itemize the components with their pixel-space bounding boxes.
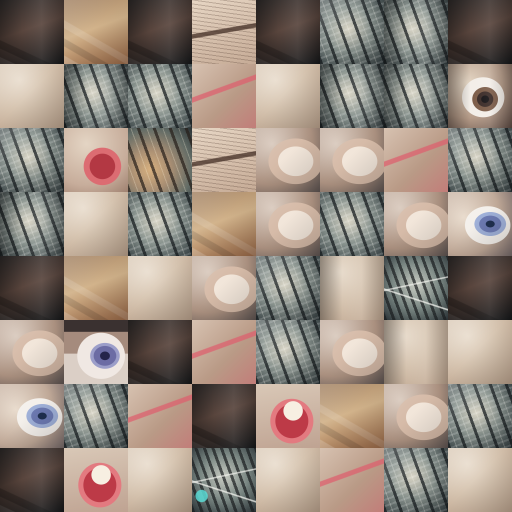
puzzle-tile-r3-c7[interactable]: [384, 128, 448, 192]
puzzle-tile-r3-c1[interactable]: [0, 128, 64, 192]
puzzle-tile-r6-c2[interactable]: [64, 320, 128, 384]
puzzle-tile-r6-c6[interactable]: [320, 320, 384, 384]
puzzle-tile-r7-c3[interactable]: [128, 384, 192, 448]
puzzle-tile-r5-c5[interactable]: [256, 256, 320, 320]
puzzle-tile-r7-c5[interactable]: [256, 384, 320, 448]
puzzle-tile-r5-c2[interactable]: [64, 256, 128, 320]
puzzle-tile-r6-c7[interactable]: [384, 320, 448, 384]
puzzle-tile-r2-c7[interactable]: [384, 64, 448, 128]
puzzle-tile-r2-c5[interactable]: [256, 64, 320, 128]
puzzle-tile-r4-c3[interactable]: [128, 192, 192, 256]
puzzle-tile-r3-c3[interactable]: [128, 128, 192, 192]
puzzle-tile-r6-c4[interactable]: [192, 320, 256, 384]
puzzle-tile-r5-c7[interactable]: [384, 256, 448, 320]
puzzle-tile-r7-c1[interactable]: [0, 384, 64, 448]
puzzle-tile-r2-c3[interactable]: [128, 64, 192, 128]
puzzle-tile-r1-c2[interactable]: [64, 0, 128, 64]
puzzle-tile-r4-c6[interactable]: [320, 192, 384, 256]
puzzle-tile-r8-c7[interactable]: [384, 448, 448, 512]
puzzle-tile-r8-c8[interactable]: [448, 448, 512, 512]
puzzle-tile-r6-c8[interactable]: [448, 320, 512, 384]
puzzle-tile-r7-c4[interactable]: [192, 384, 256, 448]
puzzle-tile-r5-c1[interactable]: [0, 256, 64, 320]
puzzle-tile-r5-c6[interactable]: [320, 256, 384, 320]
puzzle-tile-r7-c2[interactable]: [64, 384, 128, 448]
puzzle-tile-r7-c6[interactable]: [320, 384, 384, 448]
puzzle-tile-r1-c3[interactable]: [128, 0, 192, 64]
puzzle-tile-r7-c8[interactable]: [448, 384, 512, 448]
puzzle-tile-r4-c2[interactable]: [64, 192, 128, 256]
puzzle-tile-r6-c1[interactable]: [0, 320, 64, 384]
puzzle-tile-r8-c2[interactable]: [64, 448, 128, 512]
puzzle-tile-r8-c3[interactable]: [128, 448, 192, 512]
puzzle-tile-r8-c1[interactable]: [0, 448, 64, 512]
puzzle-tile-r1-c1[interactable]: [0, 0, 64, 64]
puzzle-tile-r1-c8[interactable]: [448, 0, 512, 64]
puzzle-tile-r2-c1[interactable]: [0, 64, 64, 128]
puzzle-tile-r3-c2[interactable]: [64, 128, 128, 192]
puzzle-tile-r4-c7[interactable]: [384, 192, 448, 256]
puzzle-tile-r6-c5[interactable]: [256, 320, 320, 384]
puzzle-tile-r8-c4[interactable]: [192, 448, 256, 512]
puzzle-tile-r4-c5[interactable]: [256, 192, 320, 256]
puzzle-tile-r4-c4[interactable]: [192, 192, 256, 256]
puzzle-tile-r1-c5[interactable]: [256, 0, 320, 64]
puzzle-tile-r4-c8[interactable]: [448, 192, 512, 256]
puzzle-tile-r5-c8[interactable]: [448, 256, 512, 320]
puzzle-tile-r3-c6[interactable]: [320, 128, 384, 192]
puzzle-tile-r2-c8[interactable]: [448, 64, 512, 128]
puzzle-tile-r1-c7[interactable]: [384, 0, 448, 64]
puzzle-tile-r5-c3[interactable]: [128, 256, 192, 320]
puzzle-tile-r3-c8[interactable]: [448, 128, 512, 192]
puzzle-tile-r2-c2[interactable]: [64, 64, 128, 128]
puzzle-tile-r2-c4[interactable]: [192, 64, 256, 128]
puzzle-tile-r5-c4[interactable]: [192, 256, 256, 320]
puzzle-tile-r1-c6[interactable]: [320, 0, 384, 64]
puzzle-tile-r8-c6[interactable]: [320, 448, 384, 512]
puzzle-tile-r3-c4[interactable]: [192, 128, 256, 192]
puzzle-tile-r4-c1[interactable]: [0, 192, 64, 256]
puzzle-tile-r1-c4[interactable]: [192, 0, 256, 64]
puzzle-tile-r2-c6[interactable]: [320, 64, 384, 128]
puzzle-tile-r7-c7[interactable]: [384, 384, 448, 448]
puzzle-tile-r6-c3[interactable]: [128, 320, 192, 384]
puzzle-tile-r3-c5[interactable]: [256, 128, 320, 192]
sliding-image-puzzle-board: [0, 0, 512, 512]
puzzle-tile-r8-c5[interactable]: [256, 448, 320, 512]
